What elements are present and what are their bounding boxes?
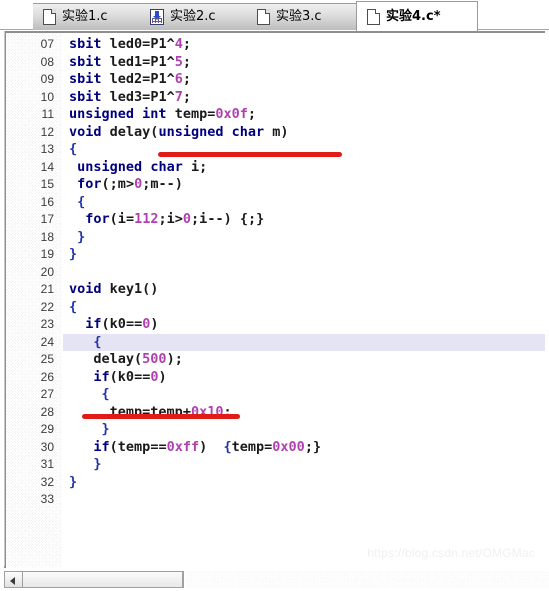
code-line[interactable]: void delay(unsigned char m) (63, 124, 545, 142)
code-line[interactable]: if(k0==0) (63, 369, 545, 387)
save-icon (150, 9, 164, 25)
code-line[interactable]: } (63, 474, 545, 492)
line-number: 11 (41, 107, 54, 121)
line-number: 09 (40, 72, 54, 86)
code-line[interactable]: } (63, 456, 545, 474)
line-number: 18 (40, 229, 54, 244)
editor-viewport[interactable]: 07 08 09 10 11 12 13 14 15 16 17 18 19 20 21 22 23 24 25 26… (6, 33, 545, 568)
red-underline-line-12 (158, 152, 342, 157)
line-number: 10 (40, 89, 54, 104)
scroll-left-arrow-icon[interactable] (5, 572, 23, 587)
code-line[interactable]: { (63, 386, 545, 404)
code-line[interactable]: delay(500); (63, 351, 545, 369)
code-line[interactable]: for(;m>0;m--) (63, 176, 545, 194)
line-number: 24 (40, 334, 54, 349)
line-number: 12 (40, 124, 54, 139)
code-line[interactable]: sbit led3=P1^7; (63, 89, 545, 107)
code-line[interactable]: { (63, 299, 545, 317)
red-underline-line-25 (82, 414, 240, 419)
tab-shiyan4-active[interactable]: 实验4.c* (356, 1, 478, 31)
line-number-gutter: 07 08 09 10 11 12 13 14 15 16 17 18 19 20 21 22 23 24 25 26… (6, 33, 63, 568)
line-number: 20 (40, 264, 54, 279)
code-line[interactable]: unsigned char i; (63, 159, 545, 177)
line-number: 32 (40, 474, 54, 489)
line-number: 21 (40, 282, 54, 296)
line-number: 19 (40, 247, 54, 261)
line-number: 22 (40, 299, 54, 314)
line-number: 16 (40, 194, 54, 209)
code-line[interactable]: if(k0==0) (63, 316, 545, 334)
page-icon (367, 8, 380, 25)
line-number: 08 (40, 54, 54, 69)
watermark: https://blog.csdn.net/OMGMac (367, 546, 535, 560)
code-text-area[interactable]: sbit led0=P1^4; sbit led1=P1^5; sbit led2=… (63, 33, 545, 568)
line-number: 33 (40, 492, 54, 506)
tab-label: 实验1.c (62, 9, 108, 24)
page-icon (43, 9, 56, 25)
line-number: 28 (40, 404, 54, 419)
hscroll-thumb[interactable] (23, 572, 183, 587)
code-line[interactable]: sbit led1=P1^5; (63, 54, 545, 72)
code-line[interactable]: { (63, 333, 545, 351)
tab-bar: 实验1.c 实验2.c 实验3.c 实验4.c* (0, 0, 549, 31)
tab-shiyan1[interactable]: 实验1.c (33, 3, 146, 30)
tab-label: 实验4.c* (386, 8, 441, 24)
code-line[interactable]: } (63, 229, 545, 247)
code-line[interactable]: } (63, 246, 545, 264)
hscroll-track[interactable] (4, 571, 184, 588)
line-number: 14 (40, 159, 54, 174)
code-line[interactable] (63, 491, 545, 509)
code-line[interactable]: { (63, 194, 545, 212)
line-number: 30 (40, 439, 54, 454)
tab-label: 实验2.c (170, 9, 216, 24)
code-line[interactable]: void key1() (63, 281, 545, 299)
line-number: 31 (40, 457, 54, 471)
page-icon (257, 9, 270, 25)
line-number: 07 (40, 37, 54, 51)
tab-shiyan2[interactable]: 实验2.c (140, 3, 253, 30)
line-number: 13 (40, 142, 54, 156)
line-number: 15 (40, 177, 54, 191)
code-line[interactable]: sbit led0=P1^4; (63, 36, 545, 54)
line-number: 17 (40, 212, 54, 226)
tab-label: 实验3.c (276, 9, 322, 24)
code-line[interactable]: sbit led2=P1^6; (63, 71, 545, 89)
code-line[interactable]: for(i=112;i>0;i--) {;} (63, 211, 545, 229)
line-number: 23 (40, 317, 54, 331)
line-number: 26 (40, 369, 54, 384)
code-line[interactable] (63, 264, 545, 282)
line-number: 29 (40, 422, 54, 436)
code-line[interactable]: if(temp==0xff) {temp=0x00;} (63, 439, 545, 457)
hscroll-empty-area (185, 571, 549, 588)
code-line[interactable]: } (63, 421, 545, 439)
line-number: 27 (40, 387, 54, 401)
code-editor[interactable]: 07 08 09 10 11 12 13 14 15 16 17 18 19 20 21 22 23 24 25 26… (4, 31, 545, 568)
tab-shiyan3[interactable]: 实验3.c (247, 3, 360, 30)
horizontal-scrollbar[interactable] (4, 568, 549, 591)
code-line[interactable]: unsigned int temp=0x0f; (63, 106, 545, 124)
line-number: 25 (40, 352, 54, 366)
